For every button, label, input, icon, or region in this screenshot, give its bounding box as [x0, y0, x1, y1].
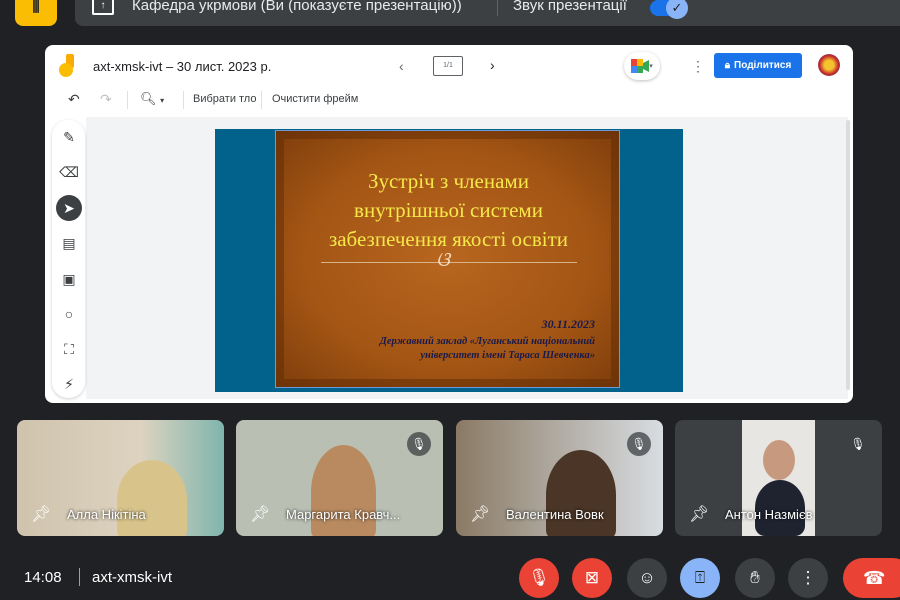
more-options-button[interactable]: ⋮ — [788, 558, 828, 598]
reactions-button[interactable]: ☺ — [627, 558, 667, 598]
mic-off-icon: 🎙︎ — [407, 432, 431, 456]
share-label: Поділитися — [734, 60, 792, 71]
participant-name: Антон Назмієв — [725, 507, 813, 522]
frame-counter-button[interactable]: 1/1 — [433, 56, 463, 76]
whiteboard-title: axt-xmsk-ivt – 30 лист. 2023 р. — [93, 59, 272, 74]
pin-icon[interactable]: 📌︎ — [250, 504, 270, 524]
sticky-note-icon[interactable]: ▤ — [56, 230, 82, 256]
meet-button[interactable]: ▾ — [624, 52, 660, 80]
laser-icon[interactable]: ⚡︎ — [56, 371, 82, 397]
account-avatar[interactable] — [818, 54, 840, 76]
participant-name: Валентина Вовк — [506, 507, 604, 522]
pen-icon[interactable]: ✎ — [56, 124, 82, 150]
lock-icon: 🔒︎ — [724, 60, 731, 71]
share-button[interactable]: 🔒︎ Поділитися — [714, 53, 802, 78]
more-options-icon[interactable]: ⋮ — [691, 58, 705, 75]
present-button[interactable]: ⍐ — [680, 558, 720, 598]
pin-icon[interactable]: 📌︎ — [31, 504, 51, 524]
canvas-scrollbar[interactable] — [846, 120, 850, 390]
mic-off-icon: 🎙︎ — [846, 432, 870, 456]
jamboard-logo — [59, 54, 74, 77]
participant-name: Алла Нікітіна — [67, 507, 146, 522]
mic-off-icon: 🎙︎ — [528, 568, 550, 587]
participant-tile[interactable]: 📌︎ Алла Нікітіна — [17, 420, 224, 536]
clear-frame-button[interactable]: Очистити фрейм — [272, 93, 358, 105]
emoji-icon: ☺ — [638, 568, 656, 587]
presenting-text: Кафедра укрмови (Ви (показуєте презентац… — [132, 0, 462, 14]
pin-icon[interactable]: 📌︎ — [470, 504, 490, 524]
slide-date: 30.11.2023 — [541, 317, 595, 331]
select-icon[interactable]: ➤ — [56, 195, 82, 221]
zoom-icon[interactable]: 🔍︎ ▾ — [140, 91, 164, 107]
divider — [497, 0, 498, 16]
whiteboard-app-icon[interactable]: ⫼ — [15, 0, 57, 26]
text-box-icon[interactable]: ⛶ — [56, 336, 82, 362]
undo-icon[interactable]: ↶ — [68, 91, 80, 108]
camera-off-button[interactable]: ⊠ — [572, 558, 612, 598]
raise-hand-button[interactable]: ✋︎ — [735, 558, 775, 598]
hand-icon: ✋︎ — [750, 568, 760, 587]
pin-icon[interactable]: 📌︎ — [689, 504, 709, 524]
leave-call-button[interactable]: ☎︎ — [843, 558, 900, 598]
camera-off-icon: ⊠ — [584, 568, 600, 587]
meeting-code: axt-xmsk-ivt — [92, 569, 172, 586]
eraser-icon[interactable]: ⌫ — [56, 159, 82, 185]
meeting-time: 14:08 — [24, 569, 62, 586]
hang-up-icon: ☎︎ — [863, 568, 886, 588]
redo-icon[interactable]: ↷ — [100, 91, 112, 108]
set-background-button[interactable]: Вибрати тло — [193, 93, 256, 105]
audio-label: Звук презентації — [513, 0, 627, 14]
slide-image[interactable]: Зустріч з членами внутрішньої системи забе… — [275, 130, 620, 388]
present-screen-icon: ⍐ — [694, 568, 706, 587]
more-vert-icon: ⋮ — [799, 568, 817, 587]
present-screen-icon: ↑ — [92, 0, 114, 15]
slide-ornament: ଓ — [436, 249, 450, 271]
slide-title: Зустріч з членами внутрішньої системи забе… — [328, 169, 569, 251]
mic-off-icon: 🎙︎ — [627, 432, 651, 456]
mic-off-button[interactable]: 🎙︎ — [519, 558, 559, 598]
circle-icon[interactable]: ○ — [56, 301, 82, 327]
next-frame-button[interactable]: › — [490, 57, 495, 73]
participant-tile[interactable]: 🎙︎ 📌︎ Антон Назмієв — [675, 420, 882, 536]
meet-icon — [631, 59, 650, 73]
image-icon[interactable]: ▣ — [56, 266, 82, 292]
participant-tile[interactable]: 🎙︎ 📌︎ Валентина Вовк — [456, 420, 663, 536]
divider — [79, 568, 80, 586]
slide-organization: Державний заклад «Луганський національни… — [379, 336, 595, 361]
participant-name: Маргарита Кравч... — [286, 507, 401, 522]
participant-tile[interactable]: 🎙︎ 📌︎ Маргарита Кравч... — [236, 420, 443, 536]
prev-frame-button[interactable]: ‹ — [399, 58, 404, 74]
